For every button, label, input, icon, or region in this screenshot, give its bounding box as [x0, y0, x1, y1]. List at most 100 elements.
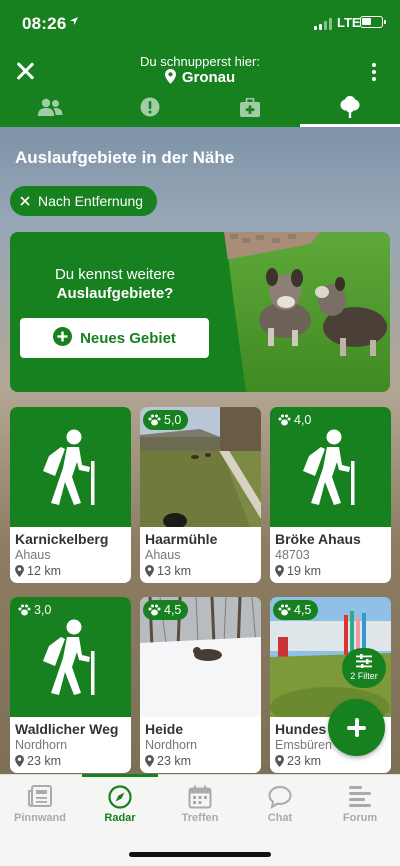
close-icon[interactable] — [20, 193, 30, 209]
card-title: Waldlicher Weg — [15, 721, 119, 737]
location-pin-icon — [15, 755, 24, 767]
forum-icon — [349, 786, 371, 807]
section-title: Auslaufgebiete in der Nähe — [15, 148, 235, 167]
card-title: Haarmühle — [145, 531, 218, 547]
hiker-icon — [43, 619, 95, 695]
nav-label: Treffen — [181, 812, 219, 824]
tab-medical[interactable] — [200, 92, 300, 127]
card-distance: 23 km — [15, 754, 61, 768]
top-bar: 08:26 LTE Du schnupperst hier: Gronau — [0, 0, 400, 127]
header-subtitle: Du schnupperst hier: — [140, 54, 260, 69]
card-distance-value: 23 km — [27, 754, 62, 768]
nav-item-chat[interactable]: Chat — [240, 775, 320, 831]
card-distance-value: 23 km — [287, 754, 322, 768]
paw-icon — [148, 414, 161, 426]
rating-badge: 4,5 — [273, 600, 319, 620]
area-card[interactable]: 4,5 Heide Nordhorn 23 km — [140, 597, 261, 773]
compass-icon — [108, 785, 132, 809]
tab-people[interactable] — [0, 92, 100, 127]
card-city: Nordhorn — [145, 738, 198, 752]
header-place: Gronau — [0, 69, 400, 88]
card-city: 48703 — [275, 548, 310, 562]
nav-item-forum[interactable]: Forum — [320, 775, 400, 831]
alert-icon — [140, 97, 160, 122]
rating-badge: 4,5 — [143, 600, 189, 620]
medical-kit-icon — [240, 97, 260, 122]
area-card[interactable]: 5,0 Haarmühle Ahaus 13 km — [140, 407, 261, 583]
status-bar: 08:26 LTE — [0, 0, 400, 46]
card-distance-value: 23 km — [157, 754, 192, 768]
card-distance: 19 km — [275, 564, 321, 578]
area-card[interactable]: 4,0 Bröke Ahaus 48703 19 km — [270, 407, 391, 583]
dogs-photo — [10, 232, 390, 392]
card-title: Karnickelberg — [15, 531, 109, 547]
sliders-icon — [356, 654, 372, 668]
calendar-icon — [188, 785, 212, 809]
location-pin-icon — [145, 565, 154, 577]
location-pin-icon — [15, 565, 24, 577]
tab-alerts[interactable] — [100, 92, 200, 127]
card-distance-value: 19 km — [287, 564, 322, 578]
rating-value: 4,5 — [164, 603, 182, 617]
area-card[interactable]: 3,0 Waldlicher Weg Nordhorn 23 km — [10, 597, 131, 773]
hiker-icon — [43, 429, 95, 505]
sort-chip-label: Nach Entfernung — [38, 193, 144, 209]
card-distance: 23 km — [145, 754, 191, 768]
promo-line2: Auslaufgebiete? — [56, 285, 174, 302]
nav-label: Radar — [104, 812, 136, 824]
location-pin-icon — [275, 755, 284, 767]
add-button[interactable] — [328, 699, 385, 756]
location-pin-icon — [164, 69, 176, 88]
filter-button[interactable]: 2 Filter — [342, 648, 386, 688]
card-distance: 12 km — [15, 564, 61, 578]
promo-card — [10, 232, 390, 392]
paw-icon — [278, 414, 291, 426]
rating-badge: 3,0 — [13, 600, 59, 620]
nav-item-pinnwand[interactable]: Pinnwand — [0, 775, 80, 831]
category-tabs — [0, 92, 400, 127]
nav-label: Forum — [342, 812, 378, 824]
rating-value: 4,5 — [294, 603, 312, 617]
header-place-name: Gronau — [181, 69, 236, 86]
paw-icon — [18, 604, 31, 616]
paw-icon — [278, 604, 291, 616]
network-label: LTE — [337, 15, 361, 30]
more-options-icon[interactable] — [366, 60, 382, 84]
plus-circle-icon — [53, 326, 73, 350]
card-distance: 23 km — [275, 754, 321, 768]
nav-label: Chat — [267, 812, 293, 824]
filter-button-label: 2 Filter — [350, 671, 378, 681]
location-arrow-icon — [69, 15, 79, 29]
newspaper-icon — [28, 785, 52, 807]
home-indicator[interactable] — [129, 852, 271, 857]
card-title: Heide — [145, 721, 184, 737]
nav-label: Pinnwand — [14, 812, 66, 824]
card-city: Nordhorn — [15, 738, 68, 752]
card-distance-value: 13 km — [157, 564, 192, 578]
rating-value: 5,0 — [164, 413, 182, 427]
card-title: Bröke Ahaus — [275, 531, 361, 547]
nav-item-radar[interactable]: Radar — [80, 774, 160, 831]
card-distance: 13 km — [145, 564, 191, 578]
nav-item-treffen[interactable]: Treffen — [160, 775, 240, 831]
location-pin-icon — [275, 565, 284, 577]
card-city: Ahaus — [15, 548, 51, 562]
people-icon — [37, 98, 63, 121]
signal-icon — [314, 18, 334, 30]
card-title: Hundes — [275, 721, 327, 737]
rating-badge: 5,0 — [143, 410, 189, 430]
card-city: Emsbüren — [275, 738, 332, 752]
rating-value: 4,0 — [294, 413, 312, 427]
card-city: Ahaus — [145, 548, 181, 562]
tab-parks[interactable] — [300, 92, 400, 127]
area-card[interactable]: Karnickelberg Ahaus 12 km — [10, 407, 131, 583]
status-time: 08:26 — [22, 14, 67, 33]
card-distance-value: 12 km — [27, 564, 62, 578]
paw-icon — [148, 604, 161, 616]
new-area-button-label: Neues Gebiet — [80, 329, 176, 347]
hiker-icon — [303, 429, 355, 505]
sort-chip[interactable]: Nach Entfernung — [10, 186, 158, 216]
battery-icon — [360, 16, 386, 28]
tree-icon — [339, 96, 361, 123]
new-area-button[interactable]: Neues Gebiet — [20, 318, 209, 358]
